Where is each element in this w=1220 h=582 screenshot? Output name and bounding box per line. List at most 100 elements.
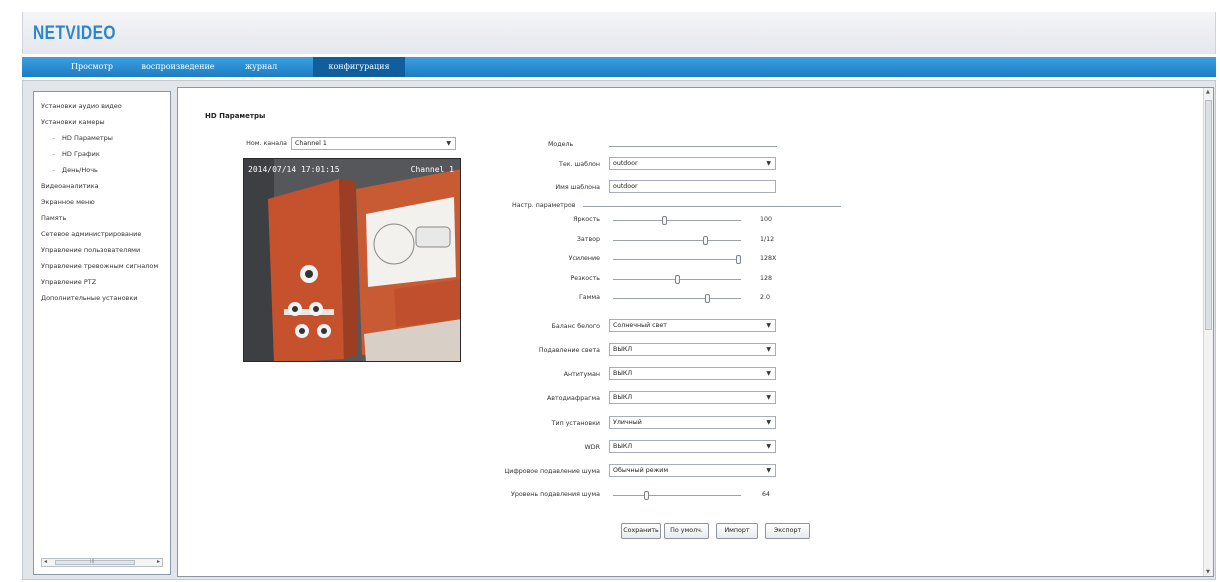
chevron-down-icon: ▼ — [766, 322, 771, 329]
sidebar-item-advanced[interactable]: Дополнительные установки — [41, 294, 138, 302]
page-title: HD Параметры — [205, 112, 266, 120]
sidebar-item-users[interactable]: Управление пользователями — [41, 246, 140, 254]
sharpness-slider-thumb[interactable] — [674, 275, 680, 284]
settings-sidebar: Установки аудио видео Установки камеры –… — [33, 91, 171, 575]
template-name-value: outdoor — [613, 183, 638, 190]
channel-select-value: Channel 1 — [295, 140, 327, 147]
scroll-left-icon[interactable]: ◂ — [44, 558, 47, 565]
defog-select[interactable]: ВЫКЛ ▼ — [609, 367, 776, 380]
gain-label: Усиление — [568, 255, 600, 262]
chevron-down-icon: ▼ — [766, 160, 771, 167]
sidebar-item-hd-params[interactable]: HD Параметры — [62, 134, 113, 142]
wdr-select[interactable]: ВЫКЛ ▼ — [609, 440, 776, 453]
install-type-value: Уличный — [613, 419, 642, 426]
sidebar-item-ptz[interactable]: Управление PTZ — [41, 278, 96, 286]
install-type-select[interactable]: Уличный ▼ — [609, 416, 776, 429]
sidebar-item-network[interactable]: Сетевое администрирование — [41, 230, 141, 238]
video-channel-osd: Channel 1 — [410, 165, 454, 174]
app-logo: NETVIDEO — [33, 23, 116, 44]
backlight-label: Подавление света — [538, 347, 600, 354]
shutter-slider[interactable] — [613, 240, 741, 241]
scroll-grip: III — [90, 559, 95, 565]
shutter-label: Затвор — [576, 236, 600, 243]
model-underline — [609, 146, 777, 147]
brightness-slider[interactable] — [613, 220, 741, 221]
video-frame-image — [244, 159, 460, 361]
shutter-value: 1/12 — [760, 236, 775, 243]
chevron-down-icon: ▼ — [766, 346, 771, 353]
chevron-down-icon: ▼ — [766, 443, 771, 450]
chevron-down-icon: ▼ — [766, 394, 771, 401]
install-type-label: Тип установки — [551, 420, 600, 427]
sidebar-item-alarm[interactable]: Управление тревожным сигналом — [41, 262, 158, 270]
template-select[interactable]: outdoor ▼ — [609, 157, 776, 170]
backlight-value: ВЫКЛ — [613, 346, 633, 353]
main-nav: Просмотр воспроизведение журнал конфигур… — [22, 57, 1216, 77]
gamma-slider[interactable] — [613, 298, 741, 299]
noise-level-slider-thumb[interactable] — [643, 491, 649, 500]
nav-item-log[interactable]: журнал — [234, 57, 288, 77]
noise-level-slider[interactable] — [613, 495, 741, 496]
shutter-slider-thumb[interactable] — [702, 236, 708, 245]
sidebar-item-video-analytics[interactable]: Видеоаналитика — [41, 182, 99, 190]
chevron-down-icon: ▼ — [766, 467, 771, 474]
backlight-select[interactable]: ВЫКЛ ▼ — [609, 343, 776, 356]
noise-level-value: 64 — [762, 491, 771, 498]
model-label: Модель — [548, 141, 574, 148]
dnr-value: Обычный режим — [613, 467, 669, 474]
sidebar-horizontal-scrollbar[interactable]: ◂ III ▸ — [41, 558, 163, 567]
gamma-value: 2.0 — [760, 294, 771, 301]
save-button[interactable]: Сохранить — [621, 523, 661, 539]
chevron-down-icon: ▼ — [766, 419, 771, 426]
nav-item-live-view[interactable]: Просмотр — [62, 57, 122, 77]
brightness-value: 100 — [760, 216, 773, 223]
scroll-down-icon[interactable]: ▼ — [1206, 569, 1210, 575]
scroll-right-icon[interactable]: ▸ — [157, 558, 160, 565]
params-divider — [583, 206, 841, 207]
brightness-slider-thumb[interactable] — [662, 216, 668, 225]
white-balance-select[interactable]: Солнечный свет ▼ — [609, 319, 776, 332]
gamma-label: Гамма — [578, 294, 600, 301]
auto-iris-label: Автодиафрагма — [546, 395, 600, 402]
channel-select[interactable]: Channel 1 ▼ — [291, 137, 456, 150]
sharpness-label: Резкость — [570, 275, 600, 282]
header: NETVIDEO — [22, 12, 1216, 54]
sharpness-value: 128 — [760, 275, 773, 282]
auto-iris-value: ВЫКЛ — [613, 394, 633, 401]
content-vertical-scrollbar[interactable]: ▲ ▼ — [1203, 88, 1213, 576]
dnr-label: Цифровое подавление шума — [504, 468, 600, 475]
defog-value: ВЫКЛ — [613, 370, 633, 377]
nav-item-playback[interactable]: воспроизведение — [134, 57, 222, 77]
video-preview: 2014/07/14 17:01:15 Channel 1 — [243, 158, 461, 362]
sidebar-item-audio-video[interactable]: Установки аудио видео — [41, 102, 122, 110]
gain-slider[interactable] — [613, 259, 741, 260]
tree-connector-icon: – — [52, 150, 56, 158]
import-button[interactable]: Импорт — [716, 523, 758, 539]
sidebar-item-storage[interactable]: Память — [41, 214, 66, 222]
brightness-label: Яркость — [573, 216, 600, 223]
sidebar-item-camera-settings[interactable]: Установки камеры — [41, 118, 105, 126]
dnr-select[interactable]: Обычный режим ▼ — [609, 464, 776, 477]
sidebar-item-osd[interactable]: Экранное меню — [41, 198, 95, 206]
sidebar-item-hd-schedule[interactable]: HD График — [62, 150, 100, 158]
video-timestamp: 2014/07/14 17:01:15 — [248, 165, 340, 174]
export-button[interactable]: Экспорт — [765, 523, 810, 539]
sidebar-item-day-night[interactable]: День/Ночь — [62, 166, 98, 174]
gain-slider-thumb[interactable] — [736, 255, 741, 264]
default-button[interactable]: По умолч. — [664, 523, 709, 539]
scroll-up-icon[interactable]: ▲ — [1206, 89, 1210, 95]
wdr-label: WDR — [584, 444, 600, 451]
gain-value: 128X — [760, 255, 777, 262]
template-select-value: outdoor — [613, 160, 638, 167]
scroll-thumb[interactable]: III — [55, 559, 135, 565]
scroll-thumb[interactable] — [1205, 100, 1212, 330]
tree-connector-icon: – — [52, 134, 56, 142]
auto-iris-select[interactable]: ВЫКЛ ▼ — [609, 391, 776, 404]
channel-label: Ном. канала — [246, 140, 287, 147]
gamma-slider-thumb[interactable] — [705, 294, 711, 303]
template-name-input[interactable]: outdoor — [609, 180, 776, 193]
white-balance-label: Баланс белого — [551, 323, 600, 330]
nav-item-configuration[interactable]: конфигурация — [313, 57, 405, 77]
template-label: Тек. шаблон — [558, 161, 600, 168]
params-label: Настр. параметров — [512, 202, 576, 209]
